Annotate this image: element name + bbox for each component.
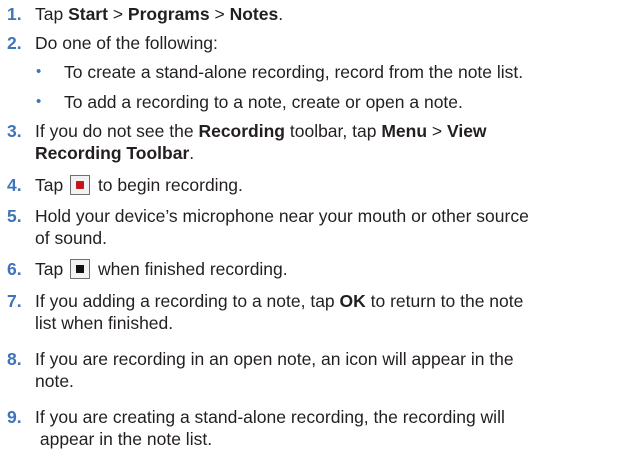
record-icon [70, 175, 91, 195]
instructions-list: 1. Tap Start > Programs > Notes. 2. Do o… [0, 0, 640, 475]
step-text: If you are recording in an open note, an… [35, 349, 514, 369]
step-number: 3. [7, 121, 22, 141]
step-text: If you are creating a stand-alone record… [35, 407, 505, 427]
step-text: Tap when finished recording. [35, 259, 288, 279]
step-text: Tap to begin recording. [35, 175, 243, 195]
sub-item-text: To create a stand-alone recording, recor… [64, 62, 524, 82]
sub-item-text: To add a recording to a note, create or … [64, 92, 463, 112]
step-number: 4. [7, 175, 22, 195]
stop-icon [70, 259, 91, 279]
step-number: 2. [7, 33, 22, 53]
step-text: Hold your device’s microphone near your … [35, 206, 529, 226]
step-text: list when finished. [35, 313, 174, 333]
step-text: Do one of the following: [35, 33, 218, 53]
step-text: of sound. [35, 228, 107, 248]
step-number: 8. [7, 349, 22, 369]
step-number: 1. [7, 4, 22, 24]
step-text: Tap Start > Programs > Notes. [35, 4, 284, 24]
step-text: If you adding a recording to a note, tap… [35, 291, 524, 311]
step-text: If you do not see the Recording toolbar,… [35, 121, 487, 141]
step-text: note. [35, 371, 74, 391]
bullet: • [36, 63, 42, 80]
step-number: 5. [7, 206, 22, 226]
step-text: Recording Toolbar. [35, 143, 195, 163]
step-text: appear in the note list. [35, 429, 213, 449]
bullet: • [36, 93, 42, 110]
step-number: 6. [7, 259, 22, 279]
step-number: 7. [7, 291, 22, 311]
step-number: 9. [7, 407, 22, 427]
